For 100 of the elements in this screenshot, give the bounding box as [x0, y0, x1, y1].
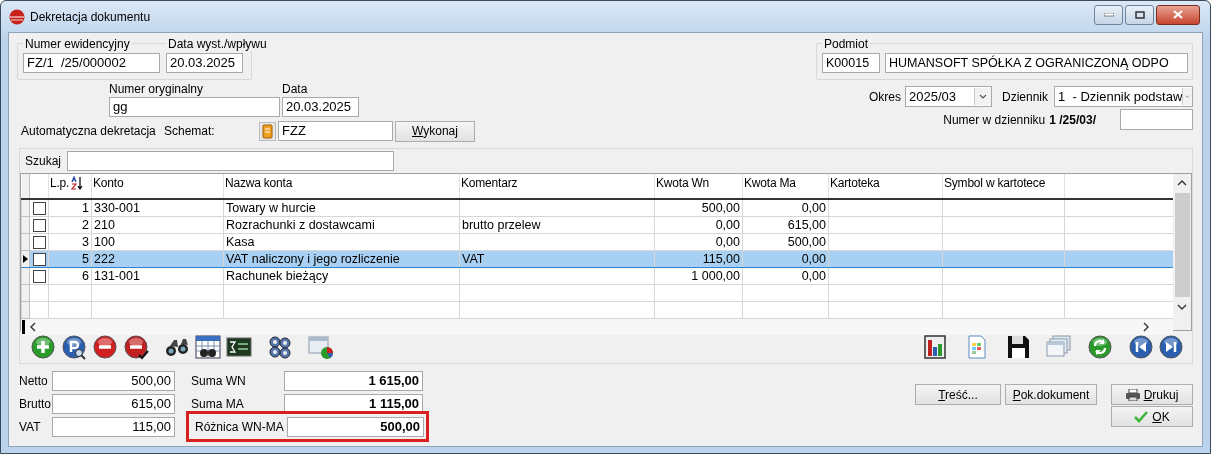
- printer-icon: [1125, 388, 1140, 401]
- sort-icon[interactable]: [70, 176, 85, 190]
- table-row[interactable]: 3 100 Kasa 0,00 500,00: [21, 233, 1177, 251]
- field-label: Brutto: [19, 396, 52, 411]
- book-icon[interactable]: [259, 121, 276, 141]
- amount-field: 500,00: [52, 370, 175, 391]
- field-label: Okres: [868, 89, 901, 104]
- table-cell: 100: [91, 233, 224, 251]
- scroll-down-icon[interactable]: [1177, 302, 1187, 312]
- amount-field: 615,00: [52, 393, 175, 414]
- table-cell: 2: [48, 216, 92, 234]
- total-field: 1 115,00: [284, 393, 423, 414]
- table-row[interactable]: 2 210 Rozrachunki z dostawcami brutto przelew 0,00 615,00: [21, 216, 1177, 234]
- search-icon[interactable]: [61, 334, 87, 360]
- print-button[interactable]: Drukuj: [1111, 384, 1193, 405]
- app-logo-icon: [9, 8, 25, 25]
- code-field[interactable]: K00015: [822, 53, 880, 73]
- checkbox[interactable]: [32, 201, 46, 215]
- journal-number: 1 /25/03/: [1049, 112, 1096, 127]
- formula-icon[interactable]: [226, 334, 252, 360]
- column-header[interactable]: Kwota Wn: [654, 174, 743, 199]
- field-label: Data: [282, 82, 308, 96]
- close-icon: [1173, 10, 1183, 19]
- close-button[interactable]: [1156, 4, 1200, 25]
- maximize-button[interactable]: [1125, 4, 1154, 25]
- scroll-right-icon[interactable]: [1141, 322, 1151, 332]
- check-icon: [1134, 410, 1149, 423]
- column-header[interactable]: Kwota Ma: [742, 174, 829, 199]
- table-cell: 0,00: [654, 216, 743, 234]
- table-cell: 0,00: [742, 267, 829, 285]
- table-cell: 1 000,00: [654, 267, 743, 285]
- name-field[interactable]: HUMANSOFT SPÓŁKA Z OGRANICZONĄ ODPO: [885, 53, 1188, 73]
- field-label: Szukaj: [25, 154, 62, 168]
- action-button[interactable]: Treść...: [915, 384, 1001, 405]
- checkbox[interactable]: [32, 269, 46, 283]
- date-field[interactable]: 20.03.2025: [166, 53, 243, 73]
- save-icon[interactable]: [1005, 334, 1031, 360]
- next-icon[interactable]: [1158, 334, 1184, 360]
- table-cell: Rozrachunki z dostawcami: [223, 216, 460, 234]
- scroll-left-icon[interactable]: [28, 322, 38, 332]
- window-title: Dekretacja dokumentu: [30, 9, 151, 24]
- column-header[interactable]: Komentarz: [459, 174, 655, 199]
- previous-icon[interactable]: [1128, 334, 1154, 360]
- field-label: Suma WN: [190, 373, 247, 388]
- field-label: Schemat:: [164, 124, 216, 138]
- table-cell: 210: [91, 216, 224, 234]
- ok-button[interactable]: OK: [1111, 406, 1193, 427]
- field-label: Dziennik: [1001, 89, 1048, 104]
- bar-chart-icon[interactable]: [923, 334, 949, 360]
- text-field[interactable]: FZZ: [278, 121, 393, 141]
- column-header[interactable]: L.p.: [50, 176, 70, 190]
- column-header[interactable]: Konto: [91, 174, 224, 199]
- period-dropdown[interactable]: 2025/03: [904, 86, 992, 107]
- column-header[interactable]: Kartoteka: [828, 174, 943, 199]
- minimize-icon: [1103, 12, 1114, 17]
- refresh-icon[interactable]: [1087, 334, 1113, 360]
- column-header[interactable]: Symbol w kartotece: [942, 174, 1065, 199]
- add-icon[interactable]: [30, 334, 56, 360]
- table-cell: 131-001: [91, 267, 224, 285]
- text-field[interactable]: gg: [109, 97, 280, 117]
- action-button[interactable]: Pok.dokument: [1005, 384, 1097, 405]
- table-row[interactable]: 6 131-001 Rachunek bieżący 1 000,00 0,00: [21, 267, 1177, 285]
- maximize-icon: [1134, 10, 1145, 19]
- search-field[interactable]: [67, 151, 395, 171]
- section-label: Automatyczna dekretacja: [21, 124, 157, 138]
- scroll-up-icon[interactable]: [1177, 178, 1187, 188]
- text-field[interactable]: [1120, 109, 1193, 130]
- checkbox[interactable]: [32, 218, 46, 232]
- table-cell: 3: [48, 233, 92, 251]
- caret-icon: [973, 88, 991, 105]
- table-cell: brutto przelew: [459, 216, 655, 234]
- execute-button[interactable]: Wykonaj: [395, 120, 475, 142]
- remove-icon[interactable]: [92, 334, 118, 360]
- text-field[interactable]: FZ/1 /25/000002: [23, 53, 160, 73]
- table-cell: Rachunek bieżący: [223, 267, 460, 285]
- table-row[interactable]: 5 222 VAT naliczony i jego rozliczenie VAT 115,00 0,00: [21, 250, 1177, 268]
- field-label: Numer w dzienniku: [943, 112, 1046, 127]
- table-cell: Kasa: [223, 233, 460, 251]
- remove-checked-icon[interactable]: [123, 334, 149, 360]
- table-cell: 0,00: [654, 233, 743, 251]
- table-row[interactable]: 1 330-001 Towary w hurcie 500,00 0,00: [21, 199, 1177, 217]
- field-label: Suma MA: [190, 396, 245, 411]
- table-binoculars-icon[interactable]: [195, 334, 221, 360]
- field-label: VAT: [19, 419, 42, 434]
- table-cell: 0,00: [742, 199, 829, 217]
- minimize-button[interactable]: [1094, 4, 1123, 25]
- total-field: 500,00: [287, 416, 424, 437]
- checkbox[interactable]: [32, 235, 46, 249]
- column-header[interactable]: Nazwa konta: [223, 174, 460, 199]
- vertical-scrollbar[interactable]: [1173, 174, 1191, 330]
- table-cell: 500,00: [654, 199, 743, 217]
- checkbox[interactable]: [32, 252, 46, 266]
- caret-icon: [1182, 88, 1192, 105]
- total-field: 1 615,00: [284, 370, 423, 391]
- field-label: Różnica WN-MA: [194, 419, 285, 434]
- table-cell: 1: [48, 199, 92, 217]
- window-chart-icon[interactable]: [308, 334, 334, 360]
- date-field[interactable]: 20.03.2025: [282, 97, 359, 117]
- journal-dropdown[interactable]: 1 - Dziennik podstaw: [1054, 86, 1193, 107]
- table-cell: 500,00: [742, 233, 829, 251]
